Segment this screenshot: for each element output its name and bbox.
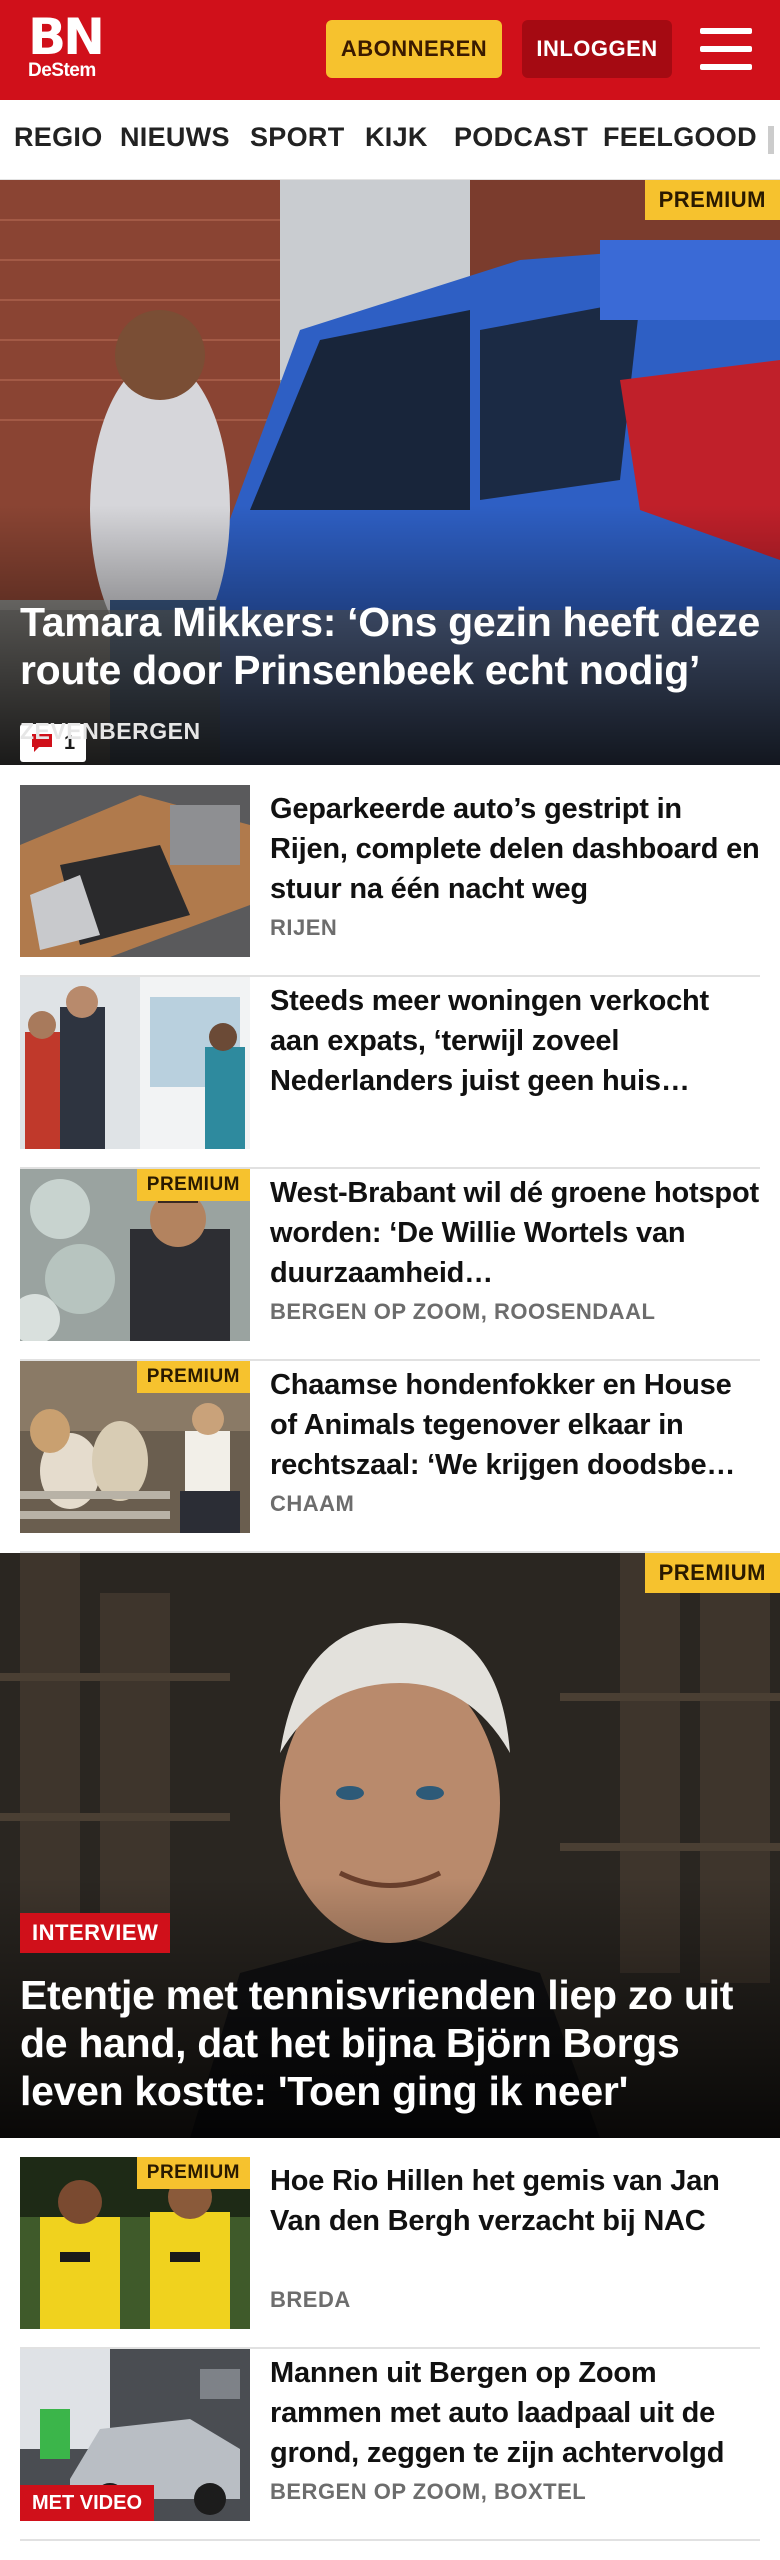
nav-item-feelgood[interactable]: FEELGOOD (603, 122, 757, 153)
site-header: BN DeStem ABONNEREN INLOGGEN (0, 0, 780, 100)
article-headline[interactable]: Geparkeerde auto’s gestript in Rijen, co… (270, 789, 760, 909)
hero-1-headline[interactable]: Tamara Mikkers: ‘Ons gezin heeft deze ro… (20, 598, 764, 694)
logo-sub-text: DeStem (28, 60, 96, 81)
premium-badge: PREMIUM (136, 2157, 250, 2189)
article-thumbnail (20, 785, 250, 957)
nav-item-nieuws[interactable]: NIEUWS (120, 122, 230, 153)
list-item[interactable]: Geparkeerde auto’s gestript in Rijen, co… (20, 785, 760, 977)
hero-article-2[interactable]: PREMIUM INTERVIEW Etentje met tennisvrie… (0, 1553, 780, 2138)
list-item[interactable]: PREMIUM Hoe Rio Hillen het gemis van Jan… (20, 2157, 760, 2349)
logo-main-text: BN (28, 8, 105, 66)
list-item[interactable]: Steeds meer woningen verkocht aan expats… (20, 977, 760, 1169)
article-location: BREDA (270, 2287, 351, 2312)
article-location: BERGEN OP ZOOM, BOXTEL (270, 2479, 587, 2504)
article-thumbnail: MET VIDEO (20, 2349, 250, 2521)
nav-item-kijk[interactable]: KIJK (365, 122, 428, 153)
article-headline[interactable]: Mannen uit Bergen op Zoom rammen met aut… (270, 2353, 760, 2473)
nav-item-sport[interactable]: SPORT (250, 122, 345, 153)
list-item[interactable]: PREMIUM West-Brabant wil dé groene hotsp… (20, 1169, 760, 1361)
nav-overflow-hint (768, 126, 774, 154)
article-thumbnail (20, 977, 250, 1149)
video-tag: MET VIDEO (20, 2485, 155, 2521)
article-headline[interactable]: Hoe Rio Hillen het gemis van Jan Van den… (270, 2161, 760, 2241)
premium-badge: PREMIUM (644, 1553, 780, 1593)
premium-badge: PREMIUM (136, 1169, 250, 1201)
subscribe-button[interactable]: ABONNEREN (326, 20, 502, 78)
hero-2-headline[interactable]: Etentje met tennisvrienden liep zo uit d… (20, 1971, 764, 2115)
hero-article-1[interactable]: PREMIUM 1 Tamara Mikkers: ‘Ons gezin hee… (0, 180, 780, 765)
article-thumbnail: PREMIUM (20, 1361, 250, 1533)
interview-tag: INTERVIEW (20, 1913, 171, 1953)
article-location: BERGEN OP ZOOM, ROOSENDAAL (270, 1299, 656, 1324)
list-item[interactable]: MET VIDEO Mannen uit Bergen op Zoom ramm… (20, 2349, 760, 2541)
article-headline[interactable]: Chaamse hondenfokker en House of Animals… (270, 1365, 760, 1485)
section-nav: REGIO NIEUWS SPORT KIJK PODCAST FEELGOOD (0, 100, 780, 180)
article-thumbnail: PREMIUM (20, 1169, 250, 1341)
site-logo[interactable]: BN DeStem (28, 8, 118, 82)
list-item[interactable]: PREMIUM Chaamse hondenfokker en House of… (20, 1361, 760, 1553)
premium-badge: PREMIUM (136, 1361, 250, 1393)
article-thumbnail: PREMIUM (20, 2157, 250, 2329)
hamburger-icon[interactable] (700, 28, 752, 70)
nav-item-regio[interactable]: REGIO (14, 122, 103, 153)
premium-badge: PREMIUM (644, 180, 780, 220)
nav-item-podcast[interactable]: PODCAST (454, 122, 588, 153)
article-headline[interactable]: Steeds meer woningen verkocht aan expats… (270, 981, 760, 1101)
login-button[interactable]: INLOGGEN (522, 20, 672, 78)
article-headline[interactable]: West-Brabant wil dé groene hotspot worde… (270, 1173, 760, 1293)
hero-1-location: ZEVENBERGEN (20, 718, 201, 744)
article-location: CHAAM (270, 1491, 355, 1516)
article-location: RIJEN (270, 915, 338, 940)
